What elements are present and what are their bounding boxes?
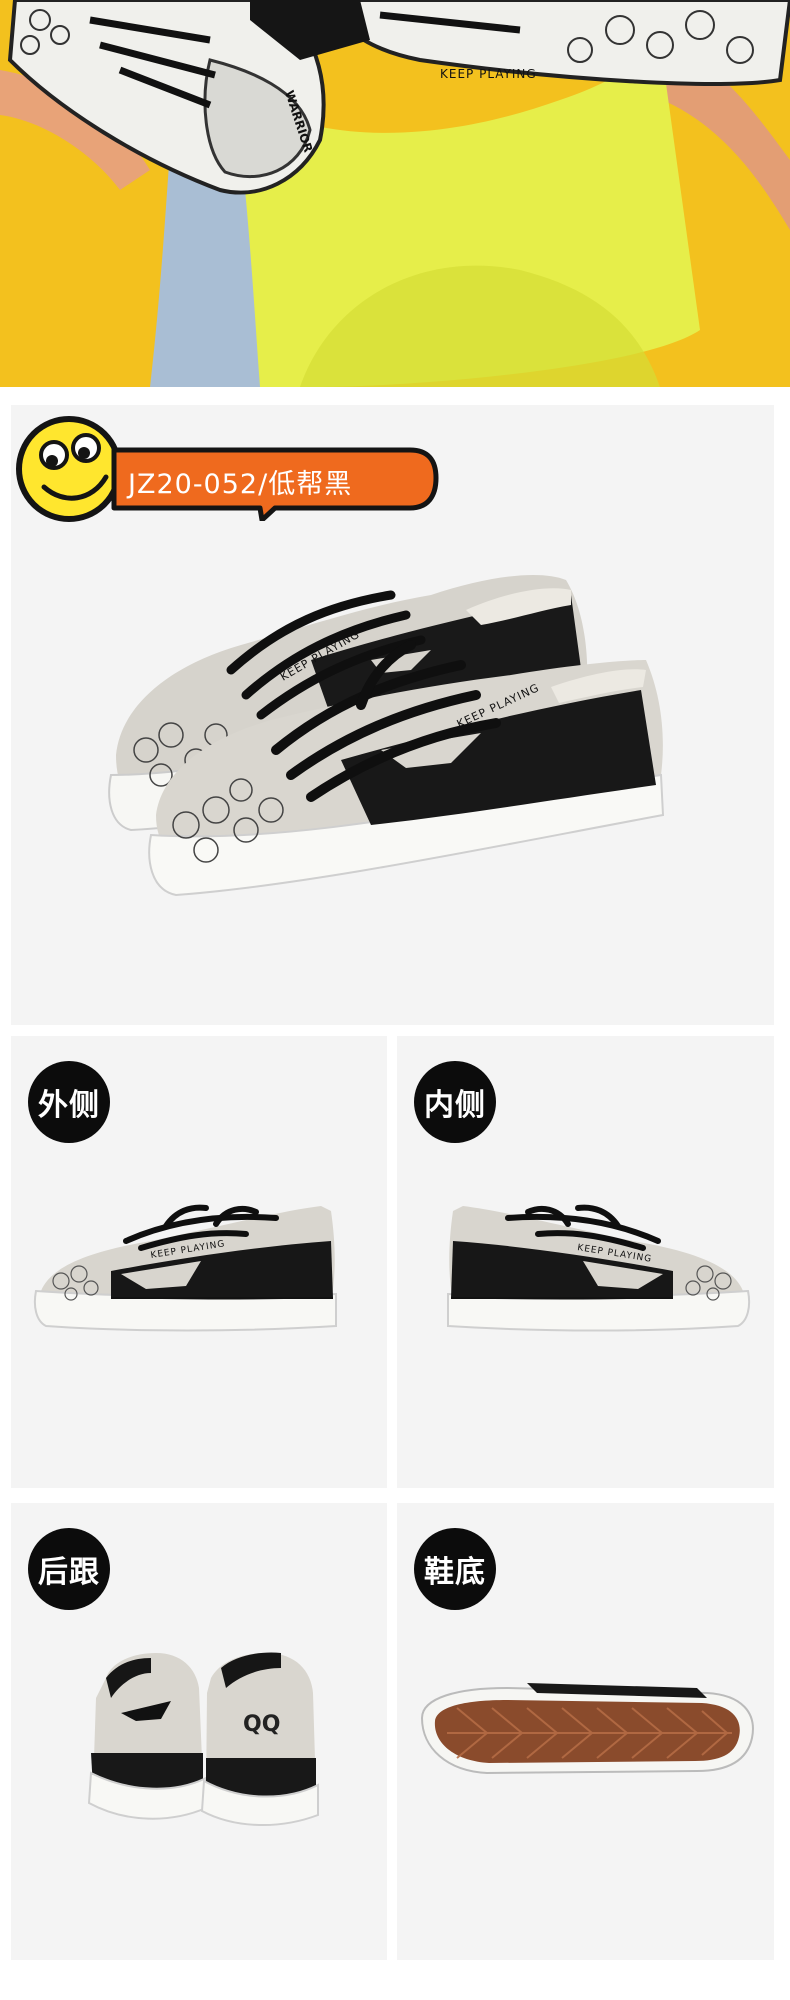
- heel-panel: 后跟 QQ: [11, 1503, 387, 1960]
- sole-label: 鞋底: [414, 1528, 496, 1610]
- inner-side-label: 内侧: [414, 1061, 496, 1143]
- heel-shoe-right: QQ: [200, 1652, 319, 1826]
- outer-side-label: 外侧: [28, 1061, 110, 1143]
- outer-side-panel: 外侧 KEEP PLAYING: [11, 1036, 387, 1488]
- heel-shoe-left: [87, 1653, 207, 1820]
- inner-side-panel: 内侧 KEEP PLAYING: [397, 1036, 774, 1488]
- heel-qq-mark: QQ: [243, 1712, 280, 1737]
- hero-photo: WARRIOR KEEP PLAYING: [0, 0, 790, 387]
- heel-label: 后跟: [28, 1528, 110, 1610]
- hero-tagline-text: KEEP PLAYING: [440, 67, 537, 81]
- model-badge-text: JZ20-052/低帮黑: [128, 468, 353, 500]
- smiley-mascot: [14, 415, 124, 523]
- sole-panel: 鞋底: [397, 1503, 774, 1960]
